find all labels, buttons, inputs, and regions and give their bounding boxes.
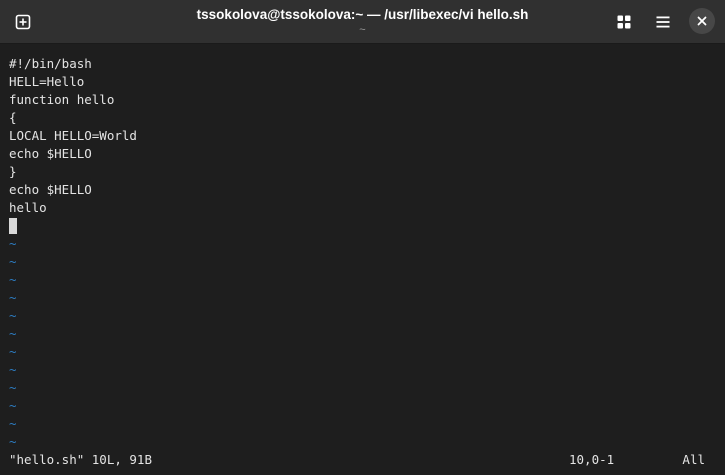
titlebar: tssokolova@tssokolova:~ — /usr/libexec/v… — [0, 0, 725, 44]
status-scroll-indicator: All — [682, 452, 705, 467]
menu-button[interactable] — [649, 8, 677, 36]
terminal-window: tssokolova@tssokolova:~ — /usr/libexec/v… — [0, 0, 725, 475]
code-line: } — [9, 164, 17, 179]
grid-icon — [617, 15, 631, 29]
window-title-area: tssokolova@tssokolova:~ — /usr/libexec/v… — [80, 6, 645, 36]
new-tab-button[interactable] — [9, 8, 37, 36]
empty-line-marker: ~ — [9, 308, 17, 323]
empty-line-marker: ~ — [9, 344, 17, 359]
cursor-line — [9, 217, 715, 235]
text-cursor — [9, 218, 17, 234]
code-line: LOCAL HELLO=World — [9, 128, 137, 143]
empty-line-marker: ~ — [9, 236, 17, 251]
empty-line-marker: ~ — [9, 290, 17, 305]
empty-line-marker: ~ — [9, 326, 17, 341]
window-subtitle: ~ — [359, 24, 366, 36]
code-line: { — [9, 110, 17, 125]
empty-line-marker: ~ — [9, 362, 17, 377]
empty-line-marker: ~ — [9, 380, 17, 395]
empty-line-marker: ~ — [9, 272, 17, 287]
new-tab-icon — [15, 14, 31, 30]
empty-line-marker: ~ — [9, 434, 17, 449]
tab-overview-button[interactable] — [610, 8, 638, 36]
code-line: hello — [9, 200, 47, 215]
code-line: HELL=Hello — [9, 74, 85, 89]
empty-line-marker: ~ — [9, 398, 17, 413]
code-line: function hello — [9, 92, 115, 107]
hamburger-menu-icon — [656, 16, 670, 28]
vi-status-line: "hello.sh" 10L, 91B 10,0-1 All — [9, 451, 705, 469]
code-line: echo $HELLO — [9, 182, 92, 197]
empty-line-marker: ~ — [9, 416, 17, 431]
vi-editor-buffer[interactable]: #!/bin/bash HELL=Hello function hello { … — [9, 55, 715, 451]
close-icon — [697, 16, 707, 26]
code-line: echo $HELLO — [9, 146, 92, 161]
window-title: tssokolova@tssokolova:~ — /usr/libexec/v… — [196, 7, 529, 22]
status-cursor-position: 10,0-1 — [569, 452, 615, 467]
empty-line-marker: ~ — [9, 254, 17, 269]
status-file-info: "hello.sh" 10L, 91B — [9, 452, 152, 467]
close-button[interactable] — [689, 8, 715, 34]
code-line: #!/bin/bash — [9, 56, 92, 71]
